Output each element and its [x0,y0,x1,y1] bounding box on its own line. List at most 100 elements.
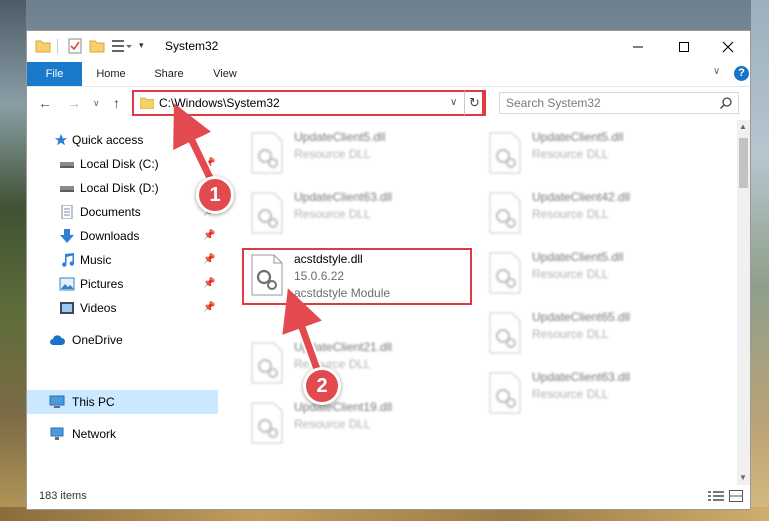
file-description: Resource DLL [532,207,609,221]
dll-file-icon [489,252,521,294]
forward-arrow-icon[interactable]: → [67,95,81,111]
sidebar-item-videos[interactable]: Videos 📌 [27,296,218,320]
search-input[interactable] [506,96,706,110]
refresh-icon: ↻ [469,95,480,110]
recent-locations-chevron-icon[interactable]: ∨ [93,98,100,109]
sidebar-item-pictures[interactable]: Pictures 📌 [27,272,218,296]
sidebar-item-label: Local Disk (D:) [80,181,159,195]
address-history-chevron-icon[interactable]: ∨ [450,97,457,108]
file-item[interactable]: UpdateClient5.dll Resource DLL [484,248,714,300]
file-item[interactable]: UpdateClient42.dll Resource DLL [484,188,714,240]
close-icon [722,41,734,52]
file-item[interactable]: UpdateClient19.dll Resource DLL [246,398,476,450]
file-name: UpdateClient42.dll [532,190,631,204]
address-bar[interactable]: C:\Windows\System32 ∨ [132,90,484,116]
pin-icon: 📌 [203,230,216,241]
pictures-icon [59,277,75,291]
sidebar-item-local-disk-c[interactable]: Local Disk (C:) 📌 [27,152,218,176]
file-name: UpdateClient5.dll [532,130,624,144]
file-item[interactable]: UpdateClient21.dll Resource DLL [246,338,476,390]
item-count: 183 items [39,490,87,502]
file-item[interactable]: UpdateClient5.dll Resource DLL [246,128,476,180]
tab-view[interactable]: View [199,62,251,86]
desktop-background-right [751,0,769,521]
vertical-scrollbar[interactable]: ▲ ▼ [737,120,750,485]
documents-icon [61,205,73,219]
sidebar-item-network[interactable]: Network [27,422,218,446]
file-name: UpdateClient5.dll [532,250,624,264]
sidebar-item-label: Videos [80,301,117,315]
navigation-bar: ← → ∨ ↑ C:\Windows\System32 ∨ ↻ [27,87,750,120]
dll-file-icon [251,132,283,174]
quick-access-dropdown-icon[interactable]: ▾ [139,40,144,51]
details-view-icon[interactable] [708,490,724,502]
file-name: UpdateClient5.dll [294,130,386,144]
file-name: UpdateClient21.dll [294,340,393,354]
expand-ribbon-icon[interactable]: ∨ [713,66,720,77]
refresh-button[interactable]: ↻ [464,90,486,116]
sidebar-item-music[interactable]: Music 📌 [27,248,218,272]
window-title: System32 [165,39,219,53]
cloud-icon [50,335,65,345]
file-description: Resource DLL [532,147,609,161]
sidebar-item-label: Documents [80,205,141,219]
sidebar-item-downloads[interactable]: Downloads 📌 [27,224,218,248]
search-icon[interactable] [719,96,733,110]
customize-toolbar-icon[interactable] [111,38,133,54]
sidebar-item-label: Downloads [80,229,140,243]
sidebar-item-local-disk-d[interactable]: Local Disk (D:) [27,176,218,200]
tab-share[interactable]: Share [143,62,195,86]
sidebar-item-label: Quick access [72,133,144,147]
file-description: Resource DLL [294,147,371,161]
drive-icon [60,162,74,168]
address-path[interactable]: C:\Windows\System32 [159,96,280,110]
tab-file[interactable]: File [27,62,82,86]
scrollbar-thumb[interactable] [739,138,748,188]
file-description: Resource DLL [294,207,371,221]
toolbar-divider [57,39,58,54]
search-box[interactable] [499,92,739,114]
drive-icon [60,186,74,192]
dll-file-icon [251,192,283,234]
download-arrow-icon [60,229,74,243]
large-icons-view-icon[interactable] [729,490,743,502]
file-item[interactable]: UpdateClient63.dll Resource DLL [246,188,476,240]
videos-icon [60,302,74,314]
step-1-callout: 1 [196,176,234,214]
help-icon[interactable]: ? [734,66,749,81]
properties-icon[interactable] [67,38,83,54]
dll-file-icon [251,342,283,384]
dll-file-icon [489,372,521,414]
minimize-button[interactable] [615,31,661,62]
file-name: UpdateClient63.dll [294,190,393,204]
file-item[interactable]: UpdateClient63.dll Resource DLL [484,368,714,420]
up-arrow-icon[interactable]: ↑ [113,95,120,111]
star-icon [54,133,68,146]
file-description: Resource DLL [294,417,371,431]
step-2-callout: 2 [303,367,341,405]
back-arrow-icon[interactable]: ← [38,95,52,111]
file-list: UpdateClient5.dll Resource DLL UpdateCli… [218,120,737,485]
new-folder-icon[interactable] [89,38,105,54]
file-item[interactable]: UpdateClient5.dll Resource DLL [484,128,714,180]
tab-home[interactable]: Home [85,62,137,86]
sidebar-item-label: Local Disk (C:) [80,157,159,171]
close-button[interactable] [705,31,751,62]
title-bar: ▾ System32 [27,31,750,62]
sidebar-item-documents[interactable]: Documents 📌 [27,200,218,224]
sidebar-item-this-pc[interactable]: This PC [27,390,218,414]
dll-file-icon [251,402,283,444]
file-description: Resource DLL [532,327,609,341]
sidebar-item-quick-access[interactable]: Quick access [27,128,218,152]
highlight-frame [242,248,472,305]
dll-file-icon [489,312,521,354]
file-name: UpdateClient65.dll [532,310,631,324]
sidebar-item-label: Network [72,427,117,441]
maximize-button[interactable] [661,31,707,62]
file-item[interactable]: UpdateClient65.dll Resource DLL [484,308,714,360]
scroll-down-icon[interactable]: ▼ [739,473,747,482]
scroll-up-icon[interactable]: ▲ [739,122,747,131]
sidebar-item-onedrive[interactable]: OneDrive [27,328,218,352]
sidebar-item-label: Music [80,253,112,267]
computer-icon [49,395,65,408]
